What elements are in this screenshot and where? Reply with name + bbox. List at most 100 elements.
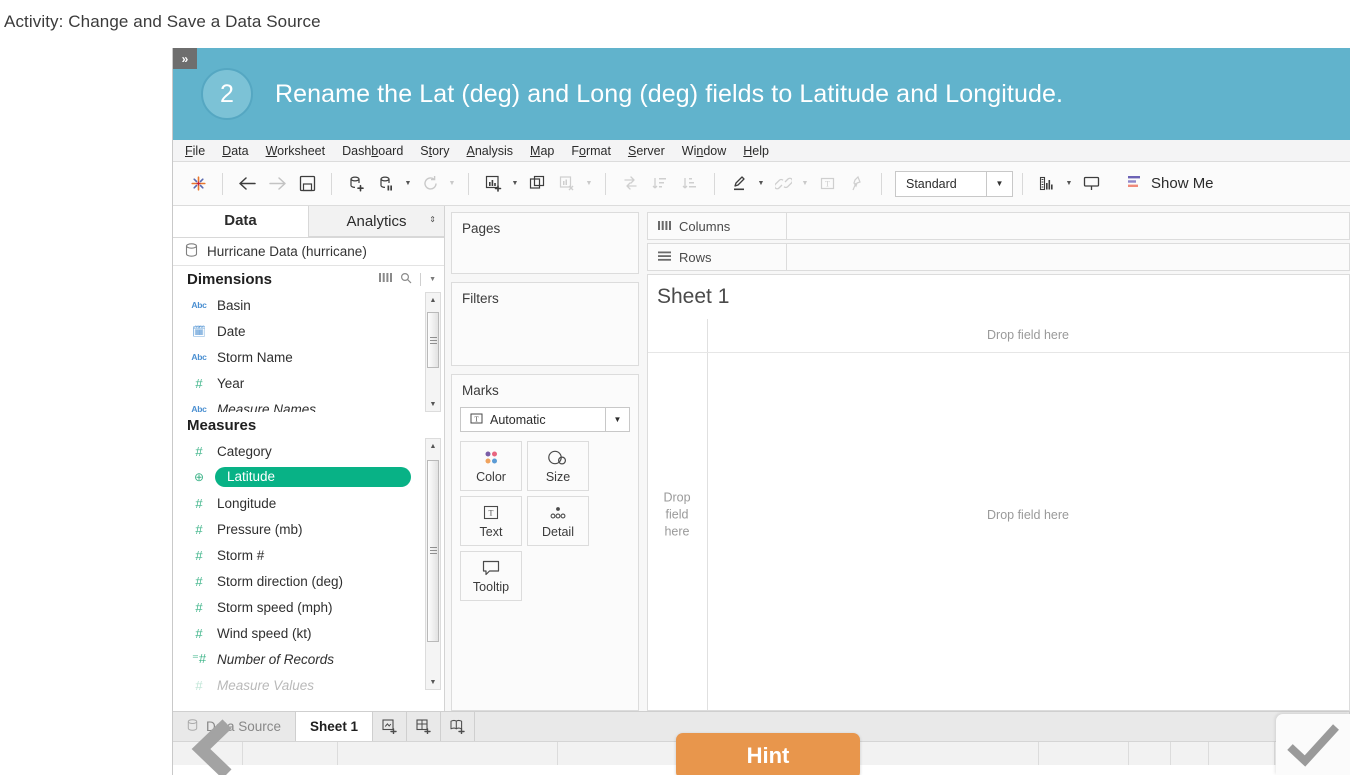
sort-ascending-icon[interactable] — [645, 169, 675, 199]
refresh-dropdown-caret-icon[interactable]: ▼ — [445, 169, 459, 199]
show-me-button[interactable]: Show Me — [1128, 175, 1214, 193]
fix-axes-icon[interactable] — [842, 169, 872, 199]
menu-item-server[interactable]: Server — [628, 144, 665, 158]
scroll-track[interactable] — [426, 453, 440, 675]
menu-item-story[interactable]: Story — [420, 144, 449, 158]
duplicate-sheet-icon[interactable] — [522, 169, 552, 199]
menu-item-dashboard[interactable]: Dashboard — [342, 144, 403, 158]
instruction-text: Rename the Lat (deg) and Long (deg) fiel… — [275, 79, 1064, 108]
hint-button[interactable]: Hint — [676, 733, 860, 775]
field-item[interactable]: # Storm # — [173, 542, 444, 568]
columns-shelf[interactable]: Columns — [647, 212, 1350, 240]
refresh-icon[interactable] — [415, 169, 445, 199]
tableau-logo-icon[interactable] — [183, 169, 213, 199]
field-label: Storm direction (deg) — [217, 573, 344, 589]
clear-dropdown-caret-icon[interactable]: ▼ — [582, 169, 596, 199]
menu-item-worksheet[interactable]: Worksheet — [266, 144, 326, 158]
drop-zone-left[interactable]: Drop field here — [654, 489, 700, 540]
back-chevron-icon[interactable] — [186, 718, 246, 775]
field-item[interactable]: 🗓 Date — [173, 318, 444, 344]
data-source-item[interactable]: Hurricane Data (hurricane) — [173, 238, 444, 266]
filters-shelf[interactable]: Filters — [451, 282, 639, 366]
pin-pane-icon[interactable]: ⇕ — [429, 215, 436, 224]
clear-sheet-icon[interactable] — [552, 169, 582, 199]
marks-size-button[interactable]: Size — [527, 441, 589, 491]
rows-drop-zone[interactable] — [787, 243, 1350, 271]
field-item[interactable]: Abc Measure Names — [173, 396, 444, 413]
field-item[interactable]: # Storm direction (deg) — [173, 568, 444, 594]
fit-axis-dropdown-caret-icon[interactable]: ▼ — [1062, 169, 1076, 199]
forward-icon[interactable] — [262, 169, 292, 199]
menu-item-window[interactable]: Window — [682, 144, 726, 158]
mark-type-select[interactable]: T Automatic ▼ — [460, 407, 630, 432]
field-item[interactable]: # Pressure (mb) — [173, 516, 444, 542]
pause-data-source-icon[interactable] — [371, 169, 401, 199]
highlight-icon[interactable] — [724, 169, 754, 199]
back-icon[interactable] — [232, 169, 262, 199]
tab-analytics[interactable]: Analytics ⇕ — [308, 206, 444, 237]
new-story-tab-icon[interactable] — [441, 712, 476, 741]
menu-item-format[interactable]: Format — [571, 144, 611, 158]
field-item[interactable]: # Storm speed (mph) — [173, 594, 444, 620]
collapse-panel-button[interactable]: » — [173, 48, 197, 69]
scroll-up-arrow-icon[interactable]: ▲ — [426, 293, 440, 307]
drop-zone-center[interactable]: Drop field here — [707, 508, 1349, 522]
new-sheet-dropdown-caret-icon[interactable]: ▼ — [508, 169, 522, 199]
scroll-down-arrow-icon[interactable]: ▼ — [426, 397, 440, 411]
tab-data[interactable]: Data — [173, 206, 308, 237]
menu-item-data[interactable]: Data — [222, 144, 248, 158]
field-item[interactable]: # Wind speed (kt) — [173, 620, 444, 646]
new-data-source-icon[interactable] — [341, 169, 371, 199]
presentation-mode-icon[interactable] — [1076, 169, 1106, 199]
fit-select[interactable]: Standard ▼ — [895, 170, 1013, 197]
field-item[interactable]: # Category — [173, 438, 444, 464]
rows-shelf[interactable]: Rows — [647, 243, 1350, 271]
menu-item-map[interactable]: Map — [530, 144, 554, 158]
field-item[interactable]: Abc Basin — [173, 292, 444, 318]
new-dashboard-tab-icon[interactable] — [407, 712, 442, 741]
scroll-thumb[interactable] — [427, 459, 439, 642]
chevron-down-icon[interactable]: ▼ — [605, 408, 629, 431]
scroll-up-arrow-icon[interactable]: ▲ — [426, 439, 440, 453]
dimensions-menu-caret-icon[interactable]: ▼ — [429, 276, 436, 283]
columns-drop-zone[interactable] — [787, 212, 1350, 240]
measures-scrollbar[interactable]: ▲ ▼ — [425, 438, 441, 690]
group-dropdown-caret-icon[interactable]: ▼ — [798, 169, 812, 199]
scroll-down-arrow-icon[interactable]: ▼ — [426, 675, 440, 689]
menu-item-help[interactable]: Help — [743, 144, 769, 158]
save-icon[interactable] — [292, 169, 322, 199]
pages-shelf[interactable]: Pages — [451, 212, 639, 274]
marks-tooltip-button[interactable]: Tooltip — [460, 551, 522, 601]
highlight-dropdown-caret-icon[interactable]: ▼ — [754, 169, 768, 199]
field-item[interactable]: # Year — [173, 370, 444, 396]
label-icon[interactable]: T — [812, 169, 842, 199]
menu-item-file[interactable]: File — [185, 144, 205, 158]
group-icon[interactable] — [768, 169, 798, 199]
search-icon[interactable] — [400, 272, 412, 287]
chevron-down-icon[interactable]: ▼ — [986, 171, 1012, 196]
scroll-thumb[interactable] — [427, 312, 439, 369]
field-item[interactable]: ⁼# Number of Records — [173, 646, 444, 672]
scroll-track[interactable] — [426, 307, 440, 397]
check-answer-button[interactable] — [1276, 714, 1350, 775]
field-item[interactable]: # Longitude — [173, 490, 444, 516]
marks-detail-button[interactable]: Detail — [527, 496, 589, 546]
swap-rows-columns-icon[interactable] — [615, 169, 645, 199]
tab-sheet-1[interactable]: Sheet 1 — [296, 712, 374, 741]
field-item[interactable]: ⊕ Latitude — [173, 464, 444, 490]
marks-text-button[interactable]: T Text — [460, 496, 522, 546]
field-item[interactable]: Abc Storm Name — [173, 344, 444, 370]
sort-descending-icon[interactable] — [675, 169, 705, 199]
dimensions-scrollbar[interactable]: ▲ ▼ — [425, 292, 441, 412]
drop-zone-top[interactable]: Drop field here — [707, 328, 1349, 342]
view-canvas[interactable]: Sheet 1 Drop field here Drop field here Dr… — [647, 274, 1350, 711]
marks-color-button[interactable]: Color — [460, 441, 522, 491]
field-item[interactable]: # Measure Values — [173, 672, 444, 691]
menu-item-analysis[interactable]: Analysis — [466, 144, 513, 158]
fit-axis-icon[interactable] — [1032, 169, 1062, 199]
detail-dots-icon — [548, 504, 568, 522]
grid-view-icon[interactable] — [379, 272, 393, 286]
new-worksheet-icon[interactable] — [478, 169, 508, 199]
pause-dropdown-caret-icon[interactable]: ▼ — [401, 169, 415, 199]
new-worksheet-tab-icon[interactable] — [373, 712, 408, 741]
